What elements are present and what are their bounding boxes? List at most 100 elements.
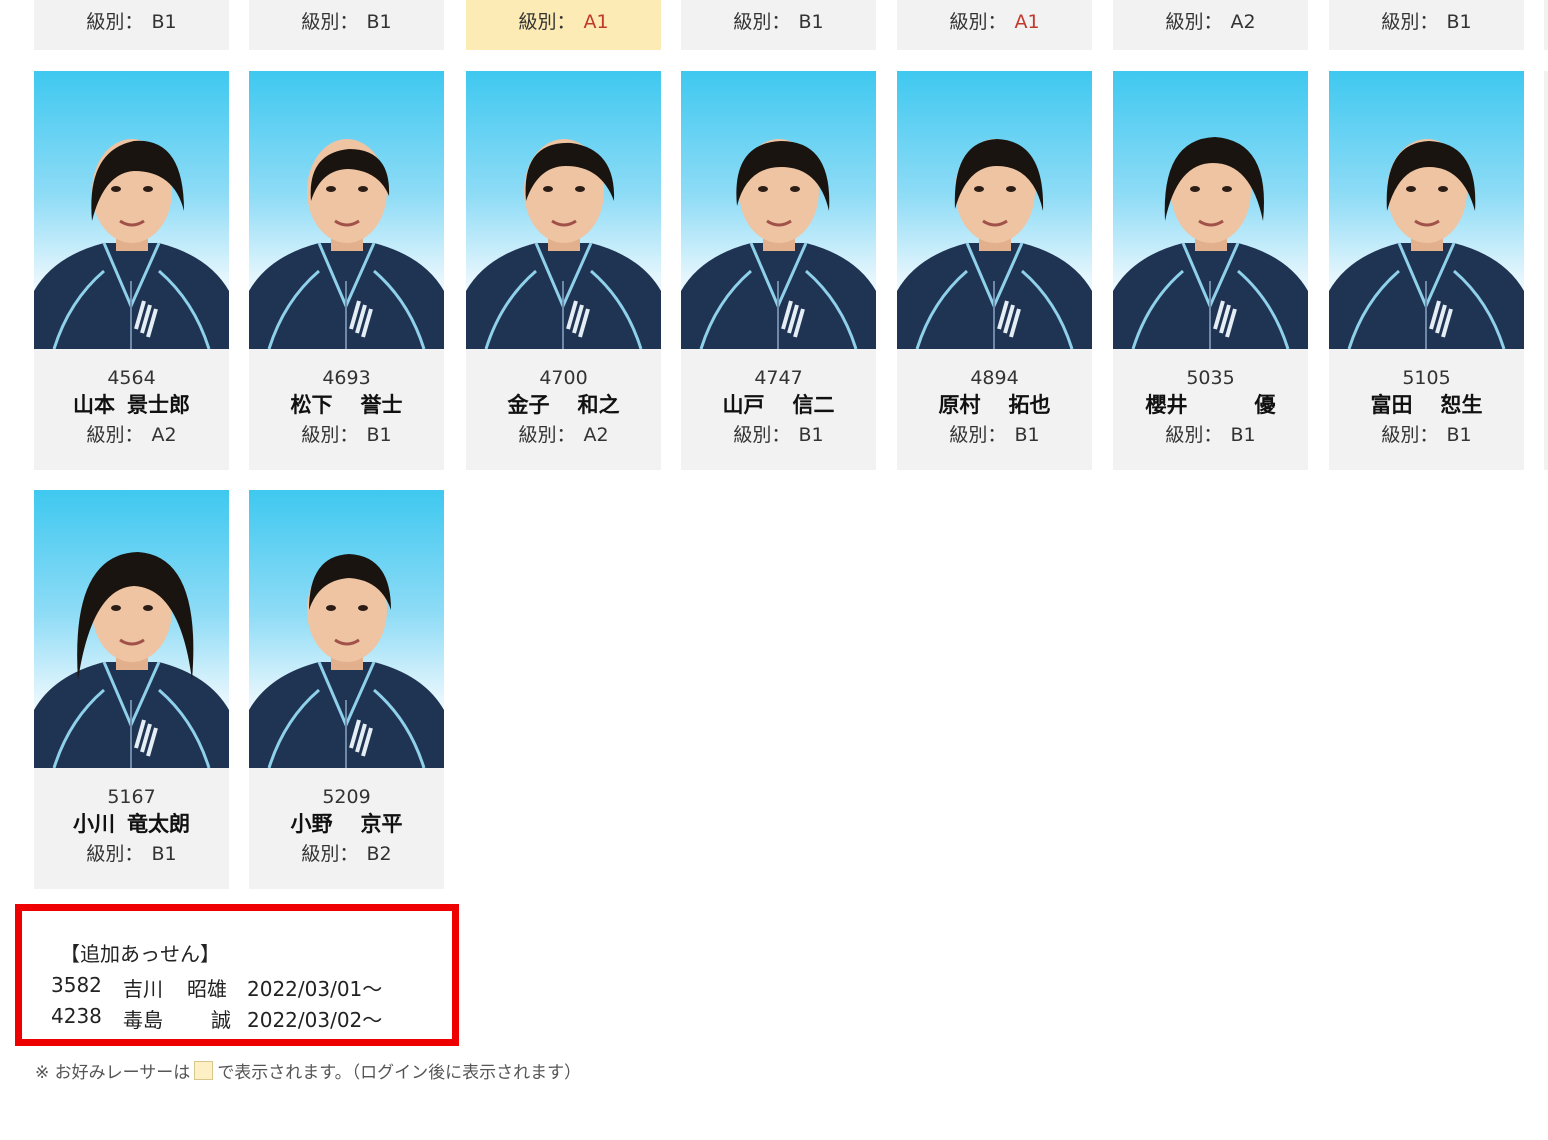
grade-text: 級別： A2	[466, 420, 661, 450]
grade-text: 級別： B1	[34, 7, 229, 34]
racer-card[interactable]: 級別： A1	[466, 0, 661, 50]
grade-label: 級別：	[301, 424, 359, 446]
grade-value: B1	[366, 11, 392, 33]
racer-card[interactable]: 級別： B1	[249, 0, 444, 50]
grade-label: 級別：	[1165, 11, 1223, 33]
racer-card[interactable]: 4894 原村 拓也 級別： B1	[897, 71, 1092, 470]
additional-title: 【追加あっせん】	[60, 942, 220, 966]
grade-value: B1	[366, 424, 392, 446]
racer-photo[interactable]	[1113, 71, 1308, 349]
racer-given-name: 優	[1254, 393, 1276, 417]
racer-photo[interactable]	[34, 490, 229, 768]
racer-given-name: 和之	[577, 393, 620, 417]
grade-value: A2	[151, 424, 177, 446]
racer-surname: 金子	[507, 393, 550, 417]
grade-text: 級別： B1	[1329, 7, 1524, 34]
grade-label: 級別：	[1381, 424, 1439, 446]
racer-card[interactable]: 4700 金子 和之 級別： A2	[466, 71, 661, 470]
racer-photo[interactable]	[681, 71, 876, 349]
racer-card[interactable]: 4747 山戸 信二級別： B1	[681, 71, 876, 470]
racer-photo[interactable]	[897, 71, 1092, 349]
grade-label: 級別：	[86, 424, 144, 446]
grade-text: 級別： B1	[897, 420, 1092, 450]
racer-name[interactable]: 小川 竜太朗	[34, 809, 229, 839]
entry-number: 4238	[51, 1004, 102, 1028]
grade-value: B1	[798, 11, 824, 33]
racer-card[interactable]: 級別： B1	[681, 0, 876, 50]
grade-text: 級別： A1	[466, 7, 661, 34]
grade-text: 級別： A2	[1113, 7, 1308, 34]
racer-surname: 櫻井	[1145, 393, 1188, 417]
favorite-note: ※ お好みレーサーは で表示されます。（ログイン後に表示されます）	[35, 1058, 581, 1083]
grade-value: B1	[798, 424, 824, 446]
racer-given-name: 拓也	[1008, 393, 1051, 417]
edge-card	[1544, 0, 1548, 50]
entry-given-name: 誠	[211, 1008, 231, 1032]
racer-card[interactable]: 5105 富田 恕生 級別： B1	[1329, 71, 1524, 470]
racer-name[interactable]: 山戸 信二	[681, 390, 876, 420]
grade-value: B1	[151, 11, 177, 33]
racer-photo[interactable]	[1329, 71, 1524, 349]
grade-label: 級別：	[86, 11, 144, 33]
additional-assignment-box: 【追加あっせん】 3582 吉川 昭雄 2022/03/01～ 4238 毒島 …	[15, 904, 459, 1046]
entry-number: 3582	[51, 973, 102, 997]
note-suffix: で表示されます。（ログイン後に表示されます）	[217, 1063, 582, 1083]
racer-card[interactable]: 4693 松下 誉士 級別： B1	[249, 71, 444, 470]
grade-value: B1	[1014, 424, 1040, 446]
racer-card[interactable]: 5167 小川 竜太朗 級別： B1	[34, 490, 229, 889]
racer-name[interactable]: 松下 誉士	[249, 390, 444, 420]
racer-surname: 山戸	[722, 393, 765, 417]
grade-label: 級別：	[949, 11, 1007, 33]
grade-text: 級別： B1	[34, 839, 229, 869]
racer-surname: 富田	[1370, 393, 1413, 417]
racer-card[interactable]: 級別： A2	[1113, 0, 1308, 50]
grade-text: 級別： B1	[681, 7, 876, 34]
racer-number: 5167	[107, 786, 156, 808]
entry-date: 2022/03/02～	[247, 1008, 383, 1032]
favorite-color-swatch	[194, 1061, 214, 1080]
racer-number: 5209	[322, 786, 371, 808]
racer-surname: 小野	[290, 812, 333, 836]
grade-text: 級別： B1	[249, 420, 444, 450]
grade-label: 級別：	[1165, 424, 1223, 446]
racer-name[interactable]: 原村 拓也	[897, 390, 1092, 420]
grade-label: 級別：	[949, 424, 1007, 446]
racer-card[interactable]: 5209 小野 京平 級別： B2	[249, 490, 444, 889]
racer-name[interactable]: 小野 京平	[249, 809, 444, 839]
racer-photo[interactable]	[466, 71, 661, 349]
racer-photo[interactable]	[34, 71, 229, 349]
edge-card	[1544, 71, 1548, 470]
racer-number: 5035	[1186, 367, 1235, 389]
racer-card[interactable]: 級別： A1	[897, 0, 1092, 50]
entry-date: 2022/03/01～	[247, 977, 383, 1001]
racer-card[interactable]: 4564 山本 景士郎 級別： A2	[34, 71, 229, 470]
grade-text: 級別： B2	[249, 839, 444, 869]
grade-value: B1	[1446, 424, 1472, 446]
grade-label: 級別：	[518, 11, 576, 33]
grade-text: 級別： B1	[681, 420, 876, 450]
racer-card[interactable]: 級別： B1	[1329, 0, 1524, 50]
racer-surname: 原村	[938, 393, 981, 417]
racer-name[interactable]: 山本 景士郎	[34, 390, 229, 420]
racer-card[interactable]: 5035 櫻井 優級別： B1	[1113, 71, 1308, 470]
entry-surname: 吉川	[123, 977, 163, 1001]
racer-name[interactable]: 金子 和之	[466, 390, 661, 420]
racer-card[interactable]: 級別： B1	[34, 0, 229, 50]
racer-surname: 小川	[73, 812, 115, 836]
racer-surname: 山本	[73, 393, 115, 417]
racer-name[interactable]: 櫻井 優	[1113, 390, 1308, 420]
racer-surname: 松下	[290, 393, 333, 417]
grade-text: 級別： B1	[1113, 420, 1308, 450]
racer-given-name: 景士郎	[127, 393, 190, 417]
entry-surname: 毒島	[123, 1008, 163, 1032]
racer-given-name: 恕生	[1440, 393, 1483, 417]
grade-label: 級別：	[733, 11, 791, 33]
grade-value: A2	[583, 424, 609, 446]
racer-given-name: 信二	[792, 393, 835, 417]
additional-entry: 3582 吉川 昭雄 2022/03/01～	[51, 973, 382, 1002]
racer-name[interactable]: 富田 恕生	[1329, 390, 1524, 420]
racer-photo[interactable]	[249, 490, 444, 768]
racer-number: 4747	[754, 367, 803, 389]
racer-photo[interactable]	[249, 71, 444, 349]
racer-given-name: 誉士	[360, 393, 403, 417]
